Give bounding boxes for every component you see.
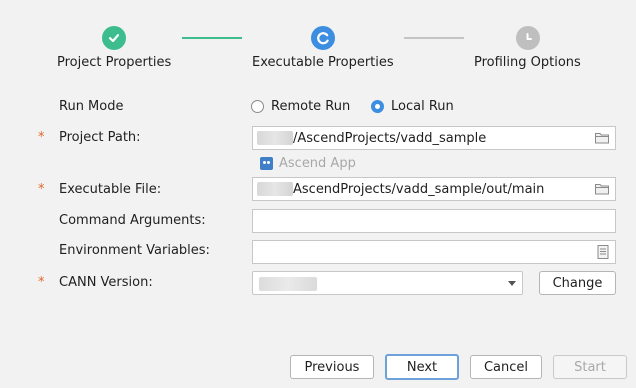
- wizard-stepper: Project Properties Executable Properties…: [0, 0, 636, 80]
- step-connector-line: [404, 37, 464, 39]
- step-pending-clock-icon: [516, 26, 540, 50]
- redacted-path-prefix: [257, 131, 293, 145]
- radio-checked-icon: [371, 100, 384, 113]
- cann-version-label: CANN Version:: [59, 275, 153, 290]
- step-label-executable-properties: Executable Properties: [252, 55, 394, 70]
- executable-file-value: AscendProjects/vadd_sample/out/main: [293, 181, 545, 197]
- folder-icon[interactable]: [595, 132, 609, 144]
- project-path-label: Project Path:: [59, 130, 141, 145]
- cann-version-select[interactable]: [252, 271, 523, 295]
- ascend-app-icon: [260, 157, 273, 170]
- change-button[interactable]: Change: [539, 271, 616, 295]
- chevron-down-icon: [508, 281, 516, 286]
- remote-run-label: Remote Run: [271, 99, 351, 114]
- ascend-app-label: Ascend App: [279, 156, 356, 171]
- run-mode-label: Run Mode: [59, 99, 124, 114]
- environment-variables-field[interactable]: [252, 240, 616, 264]
- required-marker: *: [38, 275, 45, 290]
- project-path-value: /AscendProjects/vadd_sample: [293, 130, 487, 146]
- required-marker: *: [38, 182, 45, 197]
- redacted-path-prefix: [257, 182, 293, 196]
- command-arguments-input[interactable]: [252, 209, 616, 233]
- radio-unchecked-icon: [251, 100, 264, 113]
- step-completed-check-icon: [102, 26, 126, 50]
- local-run-label: Local Run: [391, 99, 454, 114]
- project-path-field[interactable]: /AscendProjects/vadd_sample: [252, 126, 616, 150]
- local-run-radio[interactable]: Local Run: [371, 99, 454, 114]
- executable-file-label: Executable File:: [59, 182, 162, 197]
- cancel-button[interactable]: Cancel: [470, 355, 542, 379]
- step-label-profiling-options: Profiling Options: [474, 55, 581, 70]
- remote-run-radio[interactable]: Remote Run: [251, 99, 350, 114]
- required-marker: *: [38, 130, 45, 145]
- environment-variables-label: Environment Variables:: [59, 243, 210, 258]
- step-label-project-properties: Project Properties: [57, 55, 172, 70]
- step-connector-line: [182, 37, 242, 39]
- redacted-cann-version: [259, 277, 317, 291]
- folder-icon[interactable]: [595, 183, 609, 195]
- ascend-app-option: Ascend App: [260, 156, 356, 171]
- step-active-progress-icon: [311, 26, 335, 50]
- start-button[interactable]: Start: [553, 355, 627, 379]
- previous-button[interactable]: Previous: [290, 355, 374, 379]
- executable-file-field[interactable]: AscendProjects/vadd_sample/out/main: [252, 177, 616, 201]
- next-button[interactable]: Next: [385, 354, 459, 380]
- document-icon[interactable]: [597, 245, 609, 259]
- command-arguments-label: Command Arguments:: [59, 213, 206, 228]
